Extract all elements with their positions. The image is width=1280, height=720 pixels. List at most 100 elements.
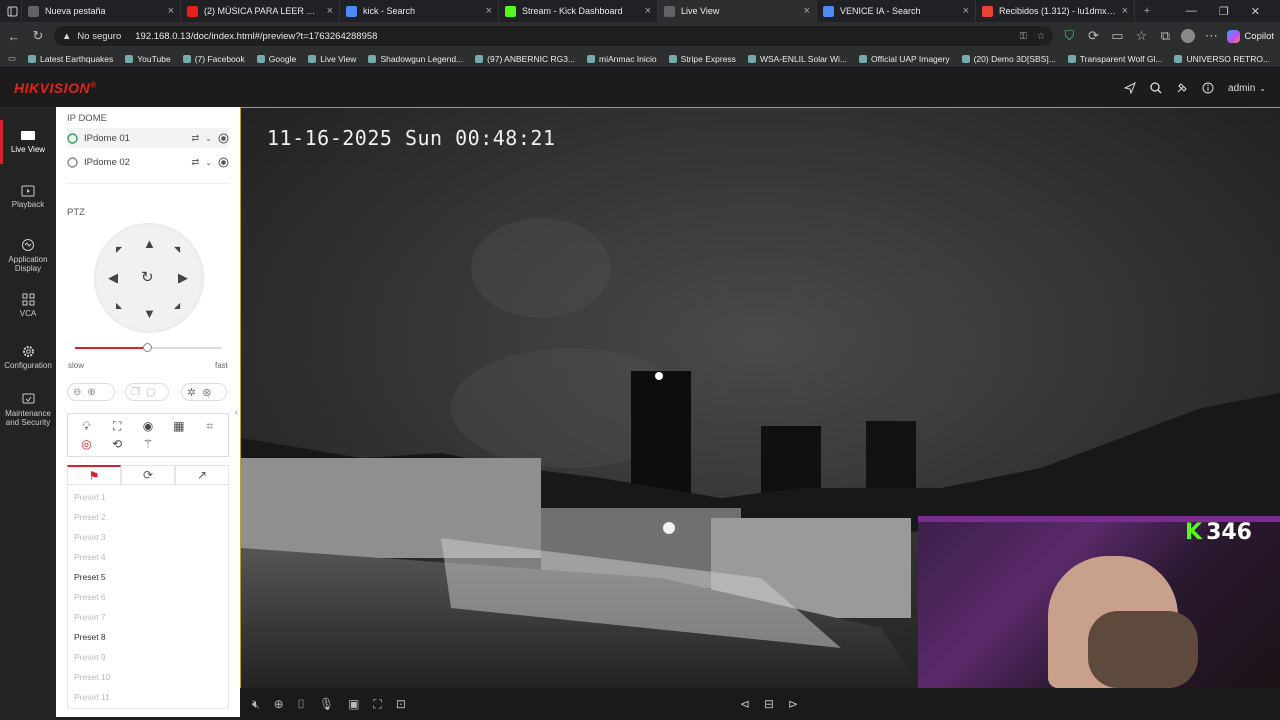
bookmark-item[interactable]: Shadowgun Legend... <box>368 54 463 64</box>
arrow-up-icon[interactable]: ▲ <box>143 236 156 251</box>
bookmark-item[interactable]: Official UAP Imagery <box>859 54 950 64</box>
nav-item-playback[interactable]: Playback <box>0 185 56 209</box>
preset-item[interactable]: Preset 3 <box>68 527 228 547</box>
stream-switch-icon[interactable]: ⇄ <box>191 157 199 168</box>
shield-icon[interactable]: ⛉ <box>1061 28 1077 44</box>
digital-zoom-icon[interactable]: ⊕ <box>274 697 284 711</box>
profile-avatar[interactable] <box>1181 29 1196 43</box>
grid-icon[interactable]: ▦ <box>173 419 184 433</box>
one-touch-focus-icon[interactable]: ◉ <box>143 419 153 433</box>
tab-close-icon[interactable]: × <box>645 5 651 17</box>
close-window-icon[interactable]: ✕ <box>1251 5 1260 18</box>
arrow-right-icon[interactable]: ▶ <box>178 270 188 286</box>
preset-item[interactable]: Preset 10 <box>68 667 228 687</box>
nav-item-application-display[interactable]: Application Display <box>0 238 56 273</box>
tab-preset[interactable]: ⚑ <box>67 465 121 484</box>
audio-icon[interactable]: 🔇︎ <box>252 697 260 712</box>
preset-item[interactable]: Preset 8 <box>68 627 228 647</box>
tab-close-icon[interactable]: × <box>963 5 969 17</box>
light-icon[interactable]: 💡︎ <box>82 419 90 434</box>
new-tab-button[interactable]: + <box>1135 0 1159 22</box>
tab-pattern[interactable]: ↗ <box>175 465 229 484</box>
bookmark-panel-icon[interactable]: ▭ <box>8 53 16 64</box>
bookmark-item[interactable]: UNIVERSO RETRO... <box>1174 54 1270 64</box>
focus-near-icon[interactable]: ❐ <box>131 387 140 398</box>
tab-close-icon[interactable]: × <box>486 5 492 17</box>
preset-item[interactable]: Preset 6 <box>68 587 228 607</box>
park-icon[interactable]: ⟲ <box>112 437 122 451</box>
record-icon[interactable] <box>218 157 229 168</box>
iris-open-icon[interactable]: ✲ <box>187 386 196 399</box>
nav-item-live-view[interactable]: Live View <box>0 120 56 164</box>
preset-item[interactable]: Preset 5 <box>68 567 228 587</box>
tools-icon[interactable] <box>1176 82 1188 94</box>
browser-tab[interactable]: VENICE IA - Search × <box>817 0 976 22</box>
browser-tab[interactable]: Stream - Kick Dashboard × <box>499 0 658 22</box>
preset-item[interactable]: Preset 7 <box>68 607 228 627</box>
copilot-button[interactable]: Copilot <box>1227 29 1274 43</box>
auto-pan-icon[interactable]: ↻ <box>141 268 154 286</box>
stream-switch-icon[interactable]: ⇄ <box>191 133 199 144</box>
preset-item[interactable]: Preset 1 <box>68 487 228 507</box>
zoom-in-icon[interactable]: ⊕ <box>87 387 95 398</box>
preset-item[interactable]: Preset 11 <box>68 687 228 707</box>
tab-close-icon[interactable]: × <box>804 5 810 17</box>
ptz-joystick[interactable]: ▲ ▼ ◀ ▶ ◤ ◥ ◣ ◢ ↻ <box>94 223 204 333</box>
info-icon[interactable] <box>1202 82 1214 94</box>
minimize-icon[interactable]: — <box>1186 5 1197 17</box>
browser-tab[interactable]: Live View × <box>658 0 817 22</box>
tab-close-icon[interactable]: × <box>327 5 333 17</box>
browser-tab[interactable]: Recibidos (1.312) - lu1dmx.arg@ × <box>976 0 1135 22</box>
regional-focus-icon[interactable]: ⛶ <box>373 697 381 712</box>
nav-item-maintenance-and-security[interactable]: Maintenance and Security <box>0 393 56 427</box>
arrow-left-icon[interactable]: ◀ <box>108 270 118 286</box>
browser-tab[interactable]: kick - Search × <box>340 0 499 22</box>
tab-patrol[interactable]: ⟳ <box>121 465 175 484</box>
3d-zoom-icon[interactable]: ⛶ <box>113 419 121 434</box>
focus-far-icon[interactable]: ▢ <box>146 387 155 398</box>
zoom-out-icon[interactable]: ⊖ <box>73 387 81 398</box>
tab-close-icon[interactable]: × <box>1122 5 1128 17</box>
record-icon[interactable] <box>218 133 229 144</box>
chevron-down-icon[interactable]: ⌄ <box>205 158 212 167</box>
browser-tab[interactable]: Nueva pestaña × <box>22 0 181 22</box>
bookmark-item[interactable]: Latest Earthquakes <box>28 54 113 64</box>
restore-icon[interactable]: ❐ <box>1219 5 1229 18</box>
bookmark-item[interactable]: Google <box>256 54 296 64</box>
prev-layout-icon[interactable]: ⊲ <box>740 697 750 711</box>
record-clip-icon[interactable]: ▣ <box>348 697 359 711</box>
bookmark-item[interactable]: YouTube <box>125 54 171 64</box>
manual-tracking-icon[interactable]: ⌗ <box>206 419 213 434</box>
user-menu[interactable]: admin ⌄ <box>1228 83 1266 94</box>
search-icon[interactable] <box>1150 82 1162 94</box>
arrow-up-right-icon[interactable]: ◥ <box>174 245 180 254</box>
next-layout-icon[interactable]: ⊳ <box>788 697 798 711</box>
tab-close-icon[interactable]: × <box>168 5 174 17</box>
bookmark-item[interactable]: Transparent Wolf Gl... <box>1067 54 1162 64</box>
wiper-icon[interactable]: ⚚ <box>143 437 154 451</box>
camera-item[interactable]: IPdome 01 ⇄ ⌄ <box>67 128 229 148</box>
ptz-speed-slider[interactable] <box>75 343 221 352</box>
send-icon[interactable] <box>1124 82 1136 94</box>
chevron-down-icon[interactable]: ⌄ <box>205 134 212 143</box>
more-menu-icon[interactable]: ⋯ <box>1203 28 1219 44</box>
key-icon[interactable]: ⚿ <box>1020 31 1027 42</box>
arrow-down-icon[interactable]: ▼ <box>143 306 156 321</box>
collections-icon[interactable]: ⧉ <box>1157 28 1173 44</box>
extension-icon[interactable]: ⟳ <box>1085 28 1101 44</box>
nav-item-vca[interactable]: VCA <box>0 293 56 318</box>
bookmark-item[interactable]: miAnmac Inicio <box>587 54 657 64</box>
tab-actions-button[interactable] <box>0 0 22 22</box>
arrow-down-right-icon[interactable]: ◢ <box>174 301 180 310</box>
nav-item-configuration[interactable]: Configuration <box>0 345 56 370</box>
arrow-down-left-icon[interactable]: ◣ <box>116 301 122 310</box>
regional-exposure-icon[interactable]: ⊡ <box>396 697 406 711</box>
camera-item[interactable]: IPdome 02 ⇄ ⌄ <box>67 152 229 172</box>
bookmark-item[interactable]: Live View <box>308 54 356 64</box>
reload-icon[interactable]: ↻ <box>30 28 46 44</box>
address-bar[interactable]: ▲ No seguro 192.168.0.13/doc/index.html#… <box>54 26 1054 46</box>
split-screen-icon[interactable]: ▭ <box>1109 28 1125 44</box>
preset-item[interactable]: Preset 9 <box>68 647 228 667</box>
arrow-up-left-icon[interactable]: ◤ <box>116 245 122 254</box>
layout-icon[interactable]: ⊟ <box>764 697 774 711</box>
